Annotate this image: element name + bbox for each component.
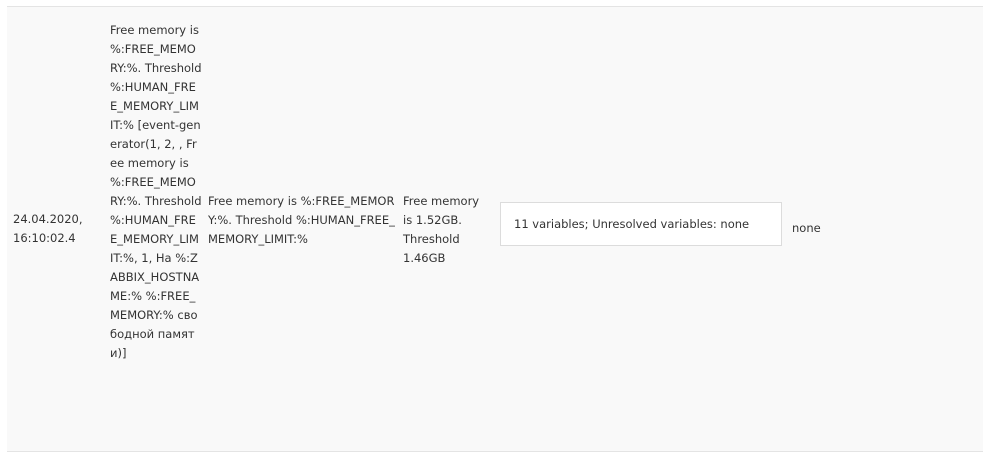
unresolved-cell: none [792,221,821,235]
result-message-cell: Free memory is 1.52GB. Threshold 1.46GB [403,194,483,265]
timestamp-cell: 24.04.2020, 16:10:02.4 [13,212,87,245]
resolved-message-cell: Free memory is %:FREE_MEMORY:%. Threshol… [208,194,395,246]
table-row: 24.04.2020, 16:10:02.4 Free memory is %:… [7,6,983,452]
message-template-cell: Free memory is %:FREE_MEMORY:%. Threshol… [110,23,206,360]
variables-summary-box[interactable]: 11 variables; Unresolved variables: none [500,202,782,246]
